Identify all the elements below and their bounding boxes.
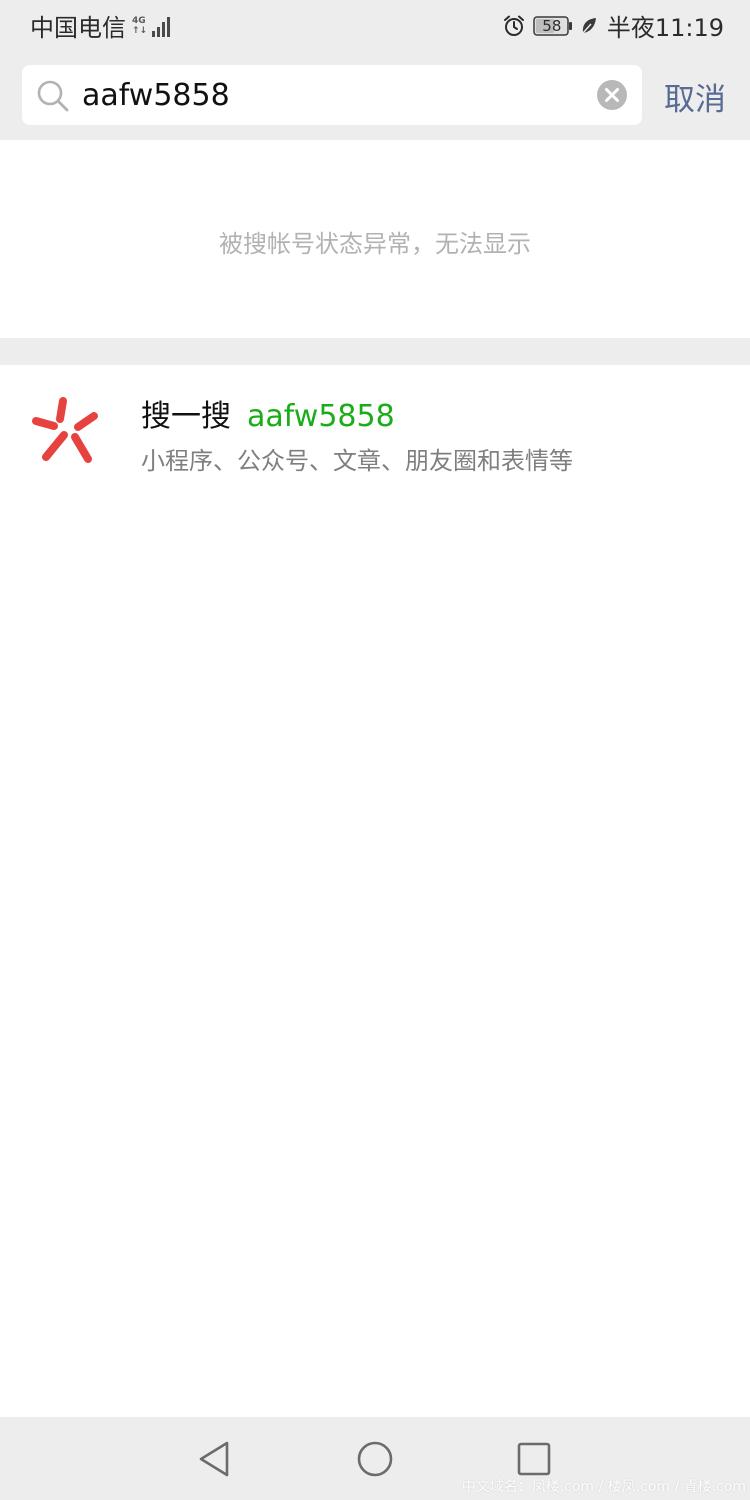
section-divider xyxy=(0,338,750,365)
sousou-keyword: aafw5858 xyxy=(247,399,395,434)
recent-apps-icon[interactable] xyxy=(514,1439,554,1479)
sousou-icon xyxy=(32,397,98,463)
back-icon[interactable] xyxy=(196,1439,236,1479)
status-right: 58 半夜11:19 xyxy=(502,8,724,43)
clear-icon[interactable] xyxy=(596,79,628,111)
home-icon[interactable] xyxy=(355,1439,395,1479)
battery-level: 58 xyxy=(542,16,562,35)
status-left: 中国电信 4G ↑↓ xyxy=(30,8,173,43)
notice-area: 被搜帐号状态异常，无法显示 xyxy=(0,140,750,338)
search-header: 取消 xyxy=(0,52,750,140)
account-abnormal-notice: 被搜帐号状态异常，无法显示 xyxy=(219,230,531,258)
sousou-description: 小程序、公众号、文章、朋友圈和表情等 xyxy=(141,447,573,475)
sousou-row[interactable]: 搜一搜 aafw5858 小程序、公众号、文章、朋友圈和表情等 xyxy=(0,365,750,495)
status-bar: 中国电信 4G ↑↓ 58 半夜11:19 xyxy=(0,0,750,52)
sousou-label: 搜一搜 xyxy=(141,399,231,434)
search-input[interactable] xyxy=(82,65,582,125)
signal-icon xyxy=(152,16,171,37)
network-type-label: 4G xyxy=(132,15,146,26)
search-icon xyxy=(37,80,69,112)
status-time: 半夜11:19 xyxy=(606,14,724,42)
leaf-icon xyxy=(582,17,596,33)
network-type: 4G ↑↓ xyxy=(132,16,147,36)
sousou-title: 搜一搜 aafw5858 xyxy=(141,391,395,435)
carrier-name: 中国电信 xyxy=(30,14,126,42)
watermark-text: 中文域名：凤楼.com / 楼凤.com / 青楼.com xyxy=(461,1479,746,1495)
search-box[interactable] xyxy=(22,65,642,125)
battery-icon: 58 xyxy=(533,15,573,36)
alarm-icon xyxy=(503,15,524,36)
cancel-button[interactable]: 取消 xyxy=(664,74,726,119)
navigation-bar: 中文域名：凤楼.com / 楼凤.com / 青楼.com xyxy=(0,1417,750,1500)
network-activity-label: ↑↓ xyxy=(132,25,148,36)
